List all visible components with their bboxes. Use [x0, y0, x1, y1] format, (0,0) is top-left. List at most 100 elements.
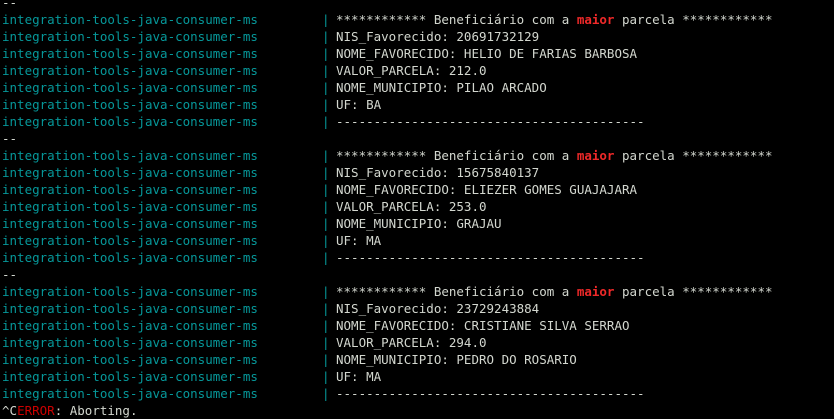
service-name: integration-tools-java-consumer-ms	[2, 46, 258, 61]
log-pipe: |	[322, 199, 330, 214]
service-name: integration-tools-java-consumer-ms	[2, 250, 258, 265]
log-message-divider: ----------------------------------------…	[336, 386, 645, 401]
log-pipe: |	[322, 182, 330, 197]
log-pipe: |	[322, 97, 330, 112]
log-message-header: ************ Beneficiário com a maior pa…	[336, 11, 773, 28]
service-name: integration-tools-java-consumer-ms	[2, 335, 258, 350]
log-line-valor: integration-tools-java-consumer-ms | VALOR…	[0, 62, 834, 79]
log-pipe: |	[322, 301, 330, 316]
log-line-header: integration-tools-java-consumer-ms | *****…	[0, 11, 834, 28]
log-message-valor: VALOR_PARCELA: 212.0	[336, 63, 487, 78]
log-pipe: |	[322, 318, 330, 333]
log-message-municipio: NOME_MUNICIPIO: GRAJAU	[336, 216, 502, 231]
service-name: integration-tools-java-consumer-ms	[2, 97, 258, 112]
log-pipe: |	[322, 46, 330, 61]
error-word: ERROR	[17, 403, 55, 418]
log-message-nome: NOME_FAVORECIDO: HELIO DE FARIAS BARBOSA	[336, 46, 638, 61]
service-name: integration-tools-java-consumer-ms	[2, 80, 258, 95]
group-separator: --	[2, 267, 18, 282]
service-name: integration-tools-java-consumer-ms	[2, 301, 258, 316]
log-message-nis: NIS_Favorecido: 23729243884	[336, 301, 540, 316]
header-suffix: parcela ************	[614, 12, 773, 27]
log-pipe: |	[322, 165, 330, 180]
log-line-municipio: integration-tools-java-consumer-ms | NOME_…	[0, 79, 834, 96]
group-separator: --	[2, 131, 18, 146]
log-pipe: |	[322, 233, 330, 248]
service-name: integration-tools-java-consumer-ms	[2, 352, 258, 367]
service-name: integration-tools-java-consumer-ms	[2, 216, 258, 231]
log-line-valor: integration-tools-java-consumer-ms | VALOR…	[0, 334, 834, 351]
log-message-header: ************ Beneficiário com a maior pa…	[336, 147, 773, 164]
terminal-output[interactable]: -- integration-tools-java-consumer-ms | ***…	[0, 0, 834, 419]
service-name: integration-tools-java-consumer-ms	[2, 318, 258, 333]
log-line-nome: integration-tools-java-consumer-ms | NOME_…	[0, 45, 834, 62]
group-separator-line: --	[0, 0, 834, 11]
log-message-nis: NIS_Favorecido: 20691732129	[336, 29, 540, 44]
log-pipe: |	[322, 148, 330, 163]
error-line: ^CERROR: Aborting.	[0, 402, 834, 419]
log-pipe: |	[322, 29, 330, 44]
log-line-nome: integration-tools-java-consumer-ms | NOME_…	[0, 181, 834, 198]
group-separator-line: --	[0, 266, 834, 283]
log-pipe: |	[322, 216, 330, 231]
log-pipe: |	[322, 80, 330, 95]
service-name: integration-tools-java-consumer-ms	[2, 12, 258, 27]
service-name: integration-tools-java-consumer-ms	[2, 284, 258, 299]
log-pipe: |	[322, 284, 330, 299]
header-prefix: ************ Beneficiário com a	[336, 12, 577, 27]
service-name: integration-tools-java-consumer-ms	[2, 29, 258, 44]
log-line-uf: integration-tools-java-consumer-ms | UF: M…	[0, 232, 834, 249]
service-name: integration-tools-java-consumer-ms	[2, 148, 258, 163]
service-name: integration-tools-java-consumer-ms	[2, 165, 258, 180]
log-pipe: |	[322, 12, 330, 27]
group-separator: --	[2, 0, 18, 10]
log-line-header: integration-tools-java-consumer-ms | *****…	[0, 283, 834, 300]
error-message: : Aborting.	[54, 403, 138, 418]
log-line-divider: integration-tools-java-consumer-ms | -----…	[0, 249, 834, 266]
log-message-header: ************ Beneficiário com a maior pa…	[336, 283, 773, 300]
interrupt-prefix: ^C	[2, 403, 18, 418]
log-pipe: |	[322, 352, 330, 367]
log-line-nome: integration-tools-java-consumer-ms | NOME_…	[0, 317, 834, 334]
log-message-nome: NOME_FAVORECIDO: CRISTIANE SILVA SERRAO	[336, 318, 630, 333]
header-prefix: ************ Beneficiário com a	[336, 284, 577, 299]
log-message-divider: ----------------------------------------…	[336, 250, 645, 265]
log-message-uf: UF: BA	[336, 97, 382, 112]
group-separator-line: --	[0, 130, 834, 147]
log-line-municipio: integration-tools-java-consumer-ms | NOME_…	[0, 215, 834, 232]
log-message-municipio: NOME_MUNICIPIO: PEDRO DO ROSARIO	[336, 352, 577, 367]
log-message-divider: ----------------------------------------…	[336, 114, 645, 129]
service-name: integration-tools-java-consumer-ms	[2, 63, 258, 78]
log-line-municipio: integration-tools-java-consumer-ms | NOME_…	[0, 351, 834, 368]
log-message-valor: VALOR_PARCELA: 294.0	[336, 335, 487, 350]
log-message-nome: NOME_FAVORECIDO: ELIEZER GOMES GUAJAJARA	[336, 182, 638, 197]
header-highlight: maior	[576, 148, 615, 163]
log-pipe: |	[322, 114, 330, 129]
header-highlight: maior	[576, 284, 615, 299]
log-line-nis: integration-tools-java-consumer-ms | NIS_F…	[0, 28, 834, 45]
log-pipe: |	[322, 386, 330, 401]
header-highlight: maior	[576, 12, 615, 27]
service-name: integration-tools-java-consumer-ms	[2, 369, 258, 384]
service-name: integration-tools-java-consumer-ms	[2, 199, 258, 214]
error-text: ^CERROR: Aborting.	[2, 402, 138, 419]
header-prefix: ************ Beneficiário com a	[336, 148, 577, 163]
log-message-valor: VALOR_PARCELA: 253.0	[336, 199, 487, 214]
log-pipe: |	[322, 250, 330, 265]
log-line-header: integration-tools-java-consumer-ms | *****…	[0, 147, 834, 164]
log-line-nis: integration-tools-java-consumer-ms | NIS_F…	[0, 164, 834, 181]
log-pipe: |	[322, 63, 330, 78]
log-message-uf: UF: MA	[336, 369, 382, 384]
log-line-divider: integration-tools-java-consumer-ms | -----…	[0, 113, 834, 130]
header-suffix: parcela ************	[614, 284, 773, 299]
service-name: integration-tools-java-consumer-ms	[2, 386, 258, 401]
log-line-nis: integration-tools-java-consumer-ms | NIS_F…	[0, 300, 834, 317]
log-line-uf: integration-tools-java-consumer-ms | UF: M…	[0, 368, 834, 385]
service-name: integration-tools-java-consumer-ms	[2, 182, 258, 197]
log-pipe: |	[322, 335, 330, 350]
header-suffix: parcela ************	[614, 148, 773, 163]
log-message-municipio: NOME_MUNICIPIO: PILAO ARCADO	[336, 80, 547, 95]
log-message-uf: UF: MA	[336, 233, 382, 248]
log-line-uf: integration-tools-java-consumer-ms | UF: B…	[0, 96, 834, 113]
service-name: integration-tools-java-consumer-ms	[2, 233, 258, 248]
